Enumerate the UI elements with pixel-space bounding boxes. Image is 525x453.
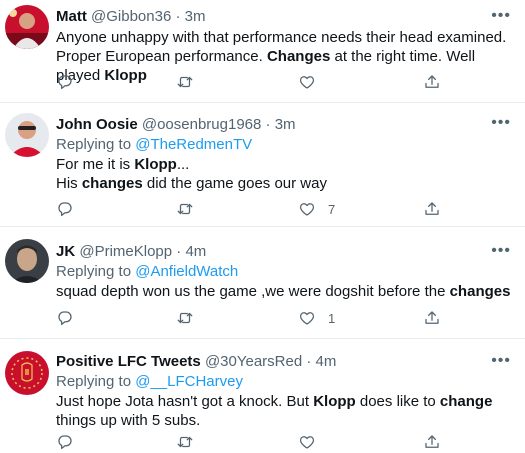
share-button[interactable] (423, 73, 441, 91)
like-icon (299, 203, 315, 216)
tweet[interactable]: John Oosie @oosenbrug1968 · 3m Replying … (0, 103, 525, 227)
tweet-feed: Matt @Gibbon36 · 3m Anyone unhappy with … (0, 0, 525, 450)
share-button[interactable] (423, 309, 441, 327)
tweet-header: Matt @Gibbon36 · 3m (56, 7, 513, 26)
separator-dot: · (306, 353, 312, 370)
separator-dot: · (175, 8, 181, 25)
highlighted-keyword: change (439, 393, 493, 410)
text-segment: His (56, 175, 82, 192)
more-icon[interactable]: ••• (491, 115, 511, 131)
replying-to: Replying to @TheRedmenTV (56, 135, 513, 154)
replying-to-link[interactable]: @__LFCHarvey (135, 373, 243, 390)
share-button[interactable] (423, 433, 441, 451)
replying-to: Replying to @__LFCHarvey (56, 372, 513, 391)
replying-to-label: Replying to (56, 136, 136, 153)
tweet-actions (0, 73, 439, 93)
timestamp[interactable]: 3m (185, 8, 206, 25)
reply-button[interactable] (56, 200, 74, 218)
text-segment: things up with 5 subs. (56, 412, 201, 429)
retweet-button[interactable] (176, 73, 194, 91)
display-name[interactable]: JK (56, 243, 75, 260)
text-segment: squad depth won us the game ,we were dog… (56, 283, 450, 300)
reply-icon (58, 311, 72, 326)
tweet-actions (0, 433, 439, 453)
more-icon[interactable]: ••• (491, 353, 511, 369)
like-button[interactable]: 7 (298, 200, 335, 218)
share-button[interactable] (423, 200, 441, 218)
separator-dot: · (265, 116, 271, 133)
avatar[interactable] (5, 239, 49, 283)
replying-to: Replying to @AnfieldWatch (56, 262, 513, 281)
timestamp[interactable]: 4m (316, 353, 337, 370)
share-icon (425, 202, 439, 215)
text-segment: Just hope Jota hasn't got a knock. But (56, 393, 314, 410)
display-name[interactable]: Positive LFC Tweets (56, 353, 201, 370)
replying-to-label: Replying to (56, 263, 136, 280)
display-name[interactable]: John Oosie (56, 116, 138, 133)
tweet-text: Just hope Jota hasn't got a knock. But K… (56, 392, 513, 430)
retweet-icon (177, 312, 193, 324)
avatar[interactable] (5, 113, 49, 157)
like-button[interactable]: 1 (298, 309, 335, 327)
tweet-text: squad depth won us the game ,we were dog… (56, 282, 513, 301)
highlighted-keyword: Klopp (134, 156, 177, 173)
user-handle[interactable]: @oosenbrug1968 (142, 116, 262, 133)
text-segment: did the game goes our way (142, 175, 327, 192)
like-button[interactable] (298, 73, 328, 91)
like-icon (299, 312, 315, 325)
reply-icon (58, 75, 72, 90)
user-handle[interactable]: @Gibbon36 (91, 8, 171, 25)
tweet[interactable]: JK @PrimeKlopp · 4m Replying to @Anfield… (0, 227, 525, 339)
tweet[interactable]: Positive LFC Tweets @30YearsRed · 4m Rep… (0, 339, 525, 450)
tweet-actions: 1 (0, 309, 439, 329)
avatar[interactable] (5, 5, 49, 49)
like-icon (299, 76, 315, 89)
highlighted-keyword: changes (449, 283, 511, 300)
like-count: 7 (328, 201, 336, 217)
timestamp[interactable]: 3m (275, 116, 296, 133)
retweet-icon (177, 76, 193, 88)
avatar[interactable] (5, 351, 49, 395)
tweet-header: Positive LFC Tweets @30YearsRed · 4m (56, 352, 513, 371)
tweet-header: JK @PrimeKlopp · 4m (56, 242, 513, 261)
tweet[interactable]: Matt @Gibbon36 · 3m Anyone unhappy with … (0, 0, 525, 103)
like-icon (299, 436, 315, 449)
share-icon (425, 435, 439, 448)
reply-button[interactable] (56, 433, 74, 451)
share-icon (425, 75, 439, 88)
more-icon[interactable]: ••• (491, 243, 511, 259)
like-count: 1 (328, 310, 336, 326)
replying-to-link[interactable]: @AnfieldWatch (135, 263, 238, 280)
timestamp[interactable]: 4m (185, 243, 206, 260)
retweet-icon (177, 203, 193, 215)
reply-icon (58, 202, 72, 217)
highlighted-keyword: Klopp (313, 393, 356, 410)
reply-button[interactable] (56, 73, 74, 91)
like-button[interactable] (298, 433, 328, 451)
text-segment: For me it is (56, 156, 135, 173)
text-segment: does like to (355, 393, 440, 410)
text-segment: ... (176, 156, 190, 173)
display-name[interactable]: Matt (56, 8, 87, 25)
tweet-actions: 7 (0, 200, 439, 220)
more-icon[interactable]: ••• (491, 8, 511, 24)
tweet-text: For me it is Klopp... His changes did the… (56, 155, 513, 193)
retweet-button[interactable] (176, 433, 194, 451)
reply-icon (58, 435, 72, 450)
highlighted-keyword: Changes (266, 48, 331, 65)
user-handle[interactable]: @PrimeKlopp (79, 243, 172, 260)
replying-to-link[interactable]: @TheRedmenTV (135, 136, 252, 153)
replying-to-label: Replying to (56, 373, 136, 390)
share-icon (425, 311, 439, 324)
tweet-header: John Oosie @oosenbrug1968 · 3m (56, 115, 513, 134)
user-handle[interactable]: @30YearsRed (205, 353, 302, 370)
retweet-icon (177, 436, 193, 448)
separator-dot: · (176, 243, 182, 260)
reply-button[interactable] (56, 309, 74, 327)
highlighted-keyword: changes (81, 175, 143, 192)
retweet-button[interactable] (176, 200, 194, 218)
retweet-button[interactable] (176, 309, 194, 327)
